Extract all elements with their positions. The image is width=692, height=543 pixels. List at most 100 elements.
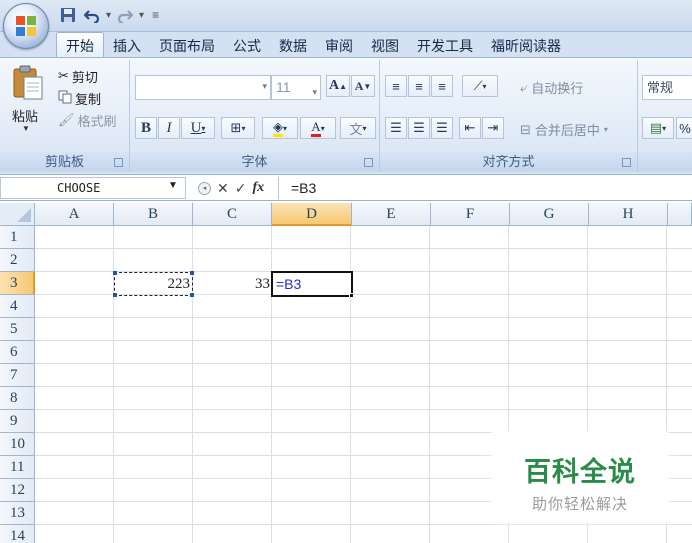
align-left-button[interactable]: ☰ <box>385 117 407 139</box>
active-cell-d3[interactable]: =B3 <box>271 271 353 297</box>
column-header-c[interactable]: C <box>193 203 272 226</box>
font-size-dropdown-icon[interactable]: ▾ <box>312 81 317 104</box>
number-format-combobox[interactable]: 常规 <box>642 75 692 100</box>
cell-d3: =B3 <box>276 276 302 292</box>
formula-input[interactable]: =B3 <box>278 177 692 199</box>
select-all-corner[interactable] <box>0 203 35 226</box>
row-header-13[interactable]: 13 <box>0 502 35 525</box>
font-color-button[interactable]: A ▾ <box>300 117 336 139</box>
number-format-value: 常规 <box>647 80 674 95</box>
row-header-1[interactable]: 1 <box>0 226 35 249</box>
ribbon: 粘贴 ▼ ✂ 剪切 复制 🖌 格式刷 剪贴板 ▾ 11 ▾ A ▲ A ▼ B … <box>0 57 692 175</box>
italic-label: I <box>166 119 172 136</box>
tab-foxit-reader[interactable]: 福昕阅读器 <box>482 34 570 58</box>
cut-button[interactable]: ✂ 剪切 <box>58 66 98 86</box>
font-name-combobox[interactable]: ▾ <box>135 75 271 100</box>
cell-c3[interactable]: 33 <box>193 273 270 296</box>
grow-font-label: A <box>328 78 340 93</box>
decrease-indent-button[interactable]: ⇤ <box>459 117 481 139</box>
font-name-dropdown-icon[interactable]: ▾ <box>262 81 267 92</box>
wrap-text-button[interactable]: ⤶ 自动换行 <box>520 78 583 97</box>
row-header-8[interactable]: 8 <box>0 387 35 410</box>
font-size-combobox[interactable]: 11 ▾ <box>271 75 321 100</box>
row-header-11[interactable]: 11 <box>0 456 35 479</box>
office-button[interactable] <box>3 3 49 49</box>
row-header-6[interactable]: 6 <box>0 341 35 364</box>
orientation-button[interactable]: ⟋ ▾ <box>462 75 498 97</box>
row-header-5[interactable]: 5 <box>0 318 35 341</box>
customize-qat-icon[interactable]: ≡ <box>152 8 159 22</box>
merge-center-button[interactable]: ⊟ 合并后居中 ▾ <box>520 120 608 139</box>
borders-button[interactable]: ⊞ ▾ <box>221 117 255 139</box>
column-header-g[interactable]: G <box>510 203 589 226</box>
align-center-button[interactable]: ☰ <box>408 117 430 139</box>
column-header-i[interactable] <box>668 203 692 226</box>
font-launcher-icon[interactable] <box>364 158 373 167</box>
column-header-e[interactable]: E <box>352 203 431 226</box>
phonetic-button[interactable]: 文 ▾ <box>340 117 376 139</box>
row-header-10[interactable]: 10 <box>0 433 35 456</box>
tab-data[interactable]: 数据 <box>270 34 316 58</box>
paste-icon[interactable] <box>12 65 44 101</box>
copy-button[interactable]: 复制 <box>58 88 101 108</box>
align-center-icon: ☰ <box>413 120 425 135</box>
column-header-d[interactable]: D <box>272 203 352 226</box>
tab-page-layout[interactable]: 页面布局 <box>150 34 224 58</box>
row-header-3[interactable]: 3 <box>0 272 35 295</box>
tab-insert[interactable]: 插入 <box>104 34 150 58</box>
row-header-12[interactable]: 12 <box>0 479 35 502</box>
underline-button[interactable]: U ▾ <box>181 117 215 139</box>
save-icon[interactable] <box>58 6 78 24</box>
fill-color-button[interactable]: ◈ ▾ <box>262 117 298 139</box>
copy-icon <box>58 90 72 107</box>
align-middle-button[interactable]: ≡ <box>408 75 430 97</box>
tab-view[interactable]: 视图 <box>362 34 408 58</box>
format-painter-button[interactable]: 🖌 格式刷 <box>58 110 117 130</box>
column-header-f[interactable]: F <box>431 203 510 226</box>
row-header-7[interactable]: 7 <box>0 364 35 387</box>
tab-formulas[interactable]: 公式 <box>224 34 270 58</box>
row-header-14[interactable]: 14 <box>0 525 35 543</box>
watermark-title: 百科全说 <box>524 457 636 488</box>
column-header-h[interactable]: H <box>589 203 668 226</box>
fill-handle[interactable] <box>349 293 354 298</box>
tab-home[interactable]: 开始 <box>56 32 104 58</box>
column-header-a[interactable]: A <box>35 203 114 226</box>
align-top-button[interactable]: ≡ <box>385 75 407 97</box>
undo-dropdown-icon[interactable]: ▾ <box>106 10 111 21</box>
align-bottom-button[interactable]: ≡ <box>431 75 453 97</box>
row-header-9[interactable]: 9 <box>0 410 35 433</box>
expand-icon[interactable]: ◂ <box>198 181 211 195</box>
accounting-format-button[interactable]: ▤ ▾ <box>642 117 674 139</box>
clipboard-launcher-icon[interactable] <box>114 158 123 167</box>
tab-developer[interactable]: 开发工具 <box>408 34 482 58</box>
font-group: ▾ 11 ▾ A ▲ A ▼ B I U ▾ ⊞ ▾ ◈ ▾ A ▾ 文 ▾ 字… <box>130 60 380 172</box>
redo-dropdown-icon[interactable]: ▾ <box>139 10 144 21</box>
grow-font-button[interactable]: A ▲ <box>326 75 350 97</box>
watermark-subtitle: 助你轻松解决 <box>531 495 628 513</box>
percent-button[interactable]: % <box>676 117 692 139</box>
cell-b3[interactable]: 223 <box>114 273 191 296</box>
enter-icon[interactable]: ✓ <box>235 180 247 197</box>
align-left-icon: ☰ <box>390 120 402 135</box>
bold-button[interactable]: B <box>135 117 157 139</box>
paste-button[interactable]: 粘贴 <box>12 106 38 125</box>
name-box[interactable]: CHOOSE <box>0 177 186 199</box>
row-header-4[interactable]: 4 <box>0 295 35 318</box>
align-right-button[interactable]: ☰ <box>431 117 453 139</box>
insert-function-icon[interactable]: fx <box>252 180 264 196</box>
row-header-2[interactable]: 2 <box>0 249 35 272</box>
increase-indent-button[interactable]: ⇥ <box>482 117 504 139</box>
column-header-b[interactable]: B <box>114 203 193 226</box>
italic-button[interactable]: I <box>158 117 180 139</box>
scissors-icon: ✂ <box>58 68 69 83</box>
name-box-dropdown-icon[interactable]: ▼ <box>168 180 178 191</box>
font-size-value: 11 <box>276 79 291 95</box>
cancel-icon[interactable]: ✕ <box>217 180 229 197</box>
alignment-launcher-icon[interactable] <box>622 158 631 167</box>
redo-icon[interactable] <box>115 6 135 24</box>
tab-review[interactable]: 审阅 <box>316 34 362 58</box>
shrink-font-button[interactable]: A ▼ <box>351 75 375 97</box>
paste-dropdown-icon[interactable]: ▼ <box>22 124 30 133</box>
undo-icon[interactable] <box>82 6 102 24</box>
